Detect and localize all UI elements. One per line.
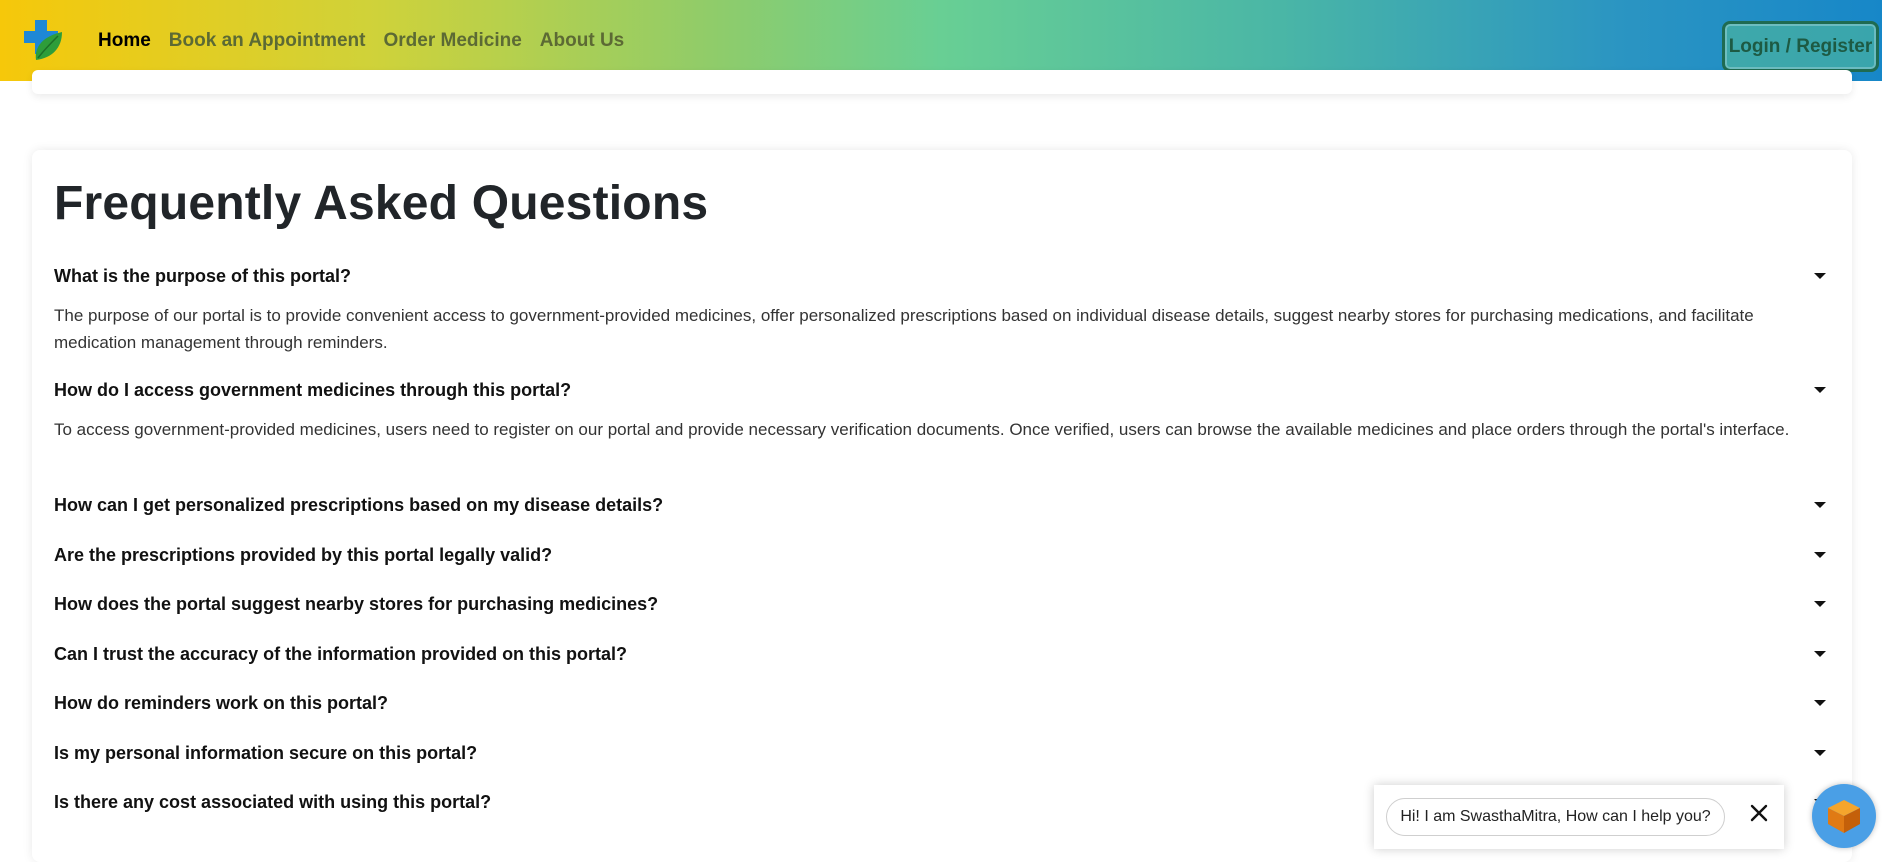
nav-order-medicine-link[interactable]: Order Medicine: [383, 30, 521, 52]
nav-home-link[interactable]: Home: [98, 30, 151, 52]
caret-down-icon[interactable]: [1814, 273, 1826, 279]
caret-down-icon[interactable]: [1814, 601, 1826, 607]
faq-item: How do I access government medicines thr…: [54, 378, 1830, 443]
faq-question[interactable]: How do reminders work on this portal?: [54, 691, 1830, 715]
faq-answer: The purpose of our portal is to provide …: [54, 306, 1754, 352]
faq-question[interactable]: Are the prescriptions provided by this p…: [54, 543, 1830, 567]
faq-question-text: How can I get personalized prescriptions…: [54, 495, 664, 515]
nav-links: Home Book an Appointment Order Medicine …: [98, 0, 624, 81]
caret-down-icon[interactable]: [1814, 552, 1826, 558]
nav-book-appointment-link[interactable]: Book an Appointment: [169, 30, 366, 52]
faq-question[interactable]: Is my personal information secure on thi…: [54, 741, 1830, 765]
chat-popup: Hi! I am SwasthaMitra, How can I help yo…: [1374, 785, 1784, 849]
faq-question-text: How do reminders work on this portal?: [54, 693, 389, 713]
faq-title: Frequently Asked Questions: [54, 177, 709, 230]
medical-cross-leaf-icon[interactable]: [22, 18, 66, 62]
caret-down-icon[interactable]: [1814, 750, 1826, 756]
faq-item: How can I get personalized prescriptions…: [54, 493, 1830, 517]
faq-question-text: Can I trust the accuracy of the informat…: [54, 644, 628, 664]
faq-item: How does the portal suggest nearby store…: [54, 592, 1830, 616]
faq-question-text: Are the prescriptions provided by this p…: [54, 545, 553, 565]
caret-down-icon[interactable]: [1814, 387, 1826, 393]
faq-question-text: Is my personal information secure on thi…: [54, 743, 478, 763]
chat-greeting-bubble[interactable]: Hi! I am SwasthaMitra, How can I help yo…: [1386, 798, 1725, 836]
faq-question-text: How do I access government medicines thr…: [54, 380, 572, 400]
faq-item: Can I trust the accuracy of the informat…: [54, 642, 1830, 666]
faq-question[interactable]: How can I get personalized prescriptions…: [54, 493, 1830, 517]
top-card: [32, 70, 1852, 94]
faq-item: How do reminders work on this portal?: [54, 691, 1830, 715]
faq-question[interactable]: What is the purpose of this portal?: [54, 264, 1830, 288]
caret-down-icon[interactable]: [1814, 651, 1826, 657]
faq-question-text: How does the portal suggest nearby store…: [54, 594, 659, 614]
navbar: Home Book an Appointment Order Medicine …: [0, 0, 1882, 81]
faq-question[interactable]: How does the portal suggest nearby store…: [54, 592, 1830, 616]
faq-question[interactable]: Can I trust the accuracy of the informat…: [54, 642, 1830, 666]
login-register-button[interactable]: Login / Register: [1722, 21, 1879, 72]
faq-question-text: Is there any cost associated with using …: [54, 792, 492, 812]
close-icon[interactable]: [1748, 802, 1770, 824]
faq-item: Is my personal information secure on thi…: [54, 741, 1830, 765]
faq-answer: To access government-provided medicines,…: [54, 420, 1790, 439]
faq-question-text: What is the purpose of this portal?: [54, 266, 351, 286]
chatbot-cube-icon[interactable]: [1812, 784, 1876, 848]
faq-question[interactable]: How do I access government medicines thr…: [54, 378, 1830, 402]
caret-down-icon[interactable]: [1814, 700, 1826, 706]
faq-item: What is the purpose of this portal? The …: [54, 264, 1830, 356]
faq-card: Frequently Asked Questions What is the p…: [32, 150, 1852, 862]
nav-about-us-link[interactable]: About Us: [540, 30, 624, 52]
faq-item: Are the prescriptions provided by this p…: [54, 543, 1830, 567]
caret-down-icon[interactable]: [1814, 502, 1826, 508]
